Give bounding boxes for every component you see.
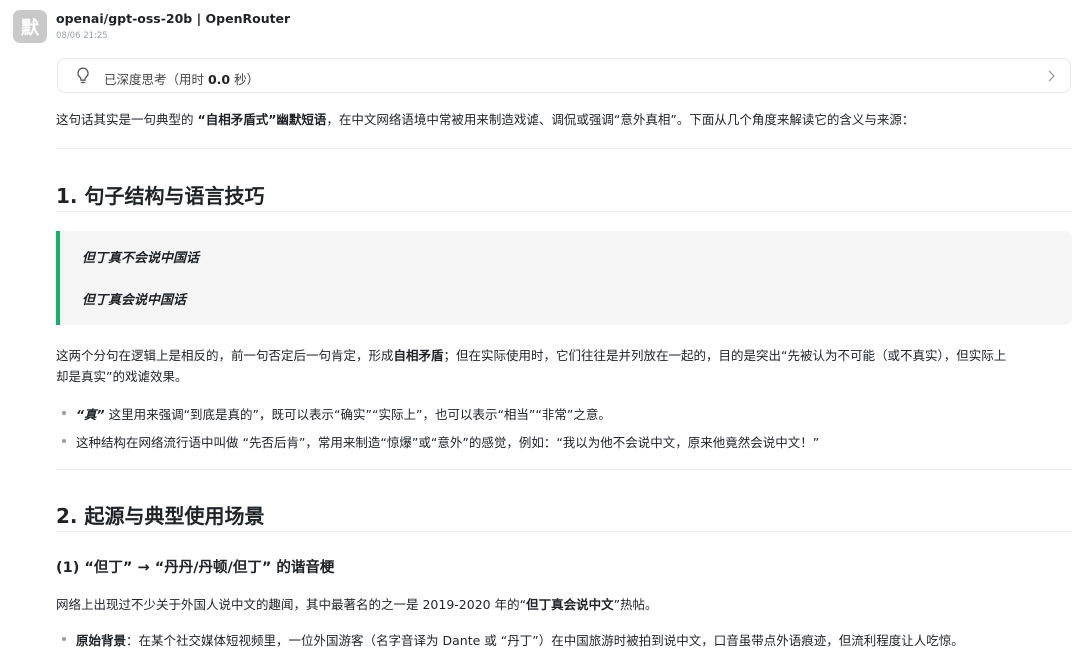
- quote-line: 但丁真不会说中国话: [82, 251, 200, 266]
- section-heading-1: 1. 句子结构与语言技巧: [56, 184, 265, 208]
- origin-paragraph: 网络上出现过不少关于外国人说中文的趣闻，其中最著名的之一是 2019-2020 …: [56, 597, 658, 612]
- section-heading-2: 2. 起源与典型使用场景: [56, 504, 265, 528]
- chevron-right-icon: [1048, 70, 1055, 82]
- list-item: 原始背景：在某个社交媒体短视频里，一位外国游客（名字音译为 Dante 或 “丹…: [62, 630, 964, 649]
- avatar: 默: [13, 10, 47, 43]
- subsection-heading: (1) “但丁” → “丹丹/丹顿/但丁” 的谐音梗: [56, 560, 335, 576]
- blockquote: 但丁真不会说中国话 但丁真会说中国话: [56, 231, 1072, 325]
- intro-paragraph: 这句话其实是一句典型的 “自相矛盾式”幽默短语，在中文网络语境中常被用来制造戏谑…: [56, 112, 915, 127]
- thinking-label: 已深度思考（用时 0.0 秒）: [104, 72, 260, 87]
- message-timestamp: 08/06 21:25: [56, 31, 108, 41]
- model-name: openai/gpt-oss-20b | OpenRouter: [56, 11, 291, 26]
- quote-line: 但丁真会说中国话: [82, 293, 187, 308]
- list-item: 这种结构在网络流行语中叫做 “先否后肯”，常用来制造“惊爆”或“意外”的感觉，例…: [62, 432, 819, 451]
- heading-underline: [56, 531, 1072, 532]
- lightbulb-icon: [77, 67, 89, 84]
- thinking-toggle[interactable]: 已深度思考（用时 0.0 秒）: [57, 58, 1071, 93]
- divider: [56, 148, 1072, 149]
- heading-underline: [56, 211, 1072, 212]
- list-item: “真” 这里用来强调“到底是真的”，既可以表示“确实”“实际上”，也可以表示“相…: [62, 404, 611, 423]
- explanation-paragraph: 这两个分句在逻辑上是相反的，前一句否定后一句肯定，形成自相矛盾；但在实际使用时，…: [56, 348, 1007, 384]
- thinking-seconds: 0.0: [207, 72, 231, 87]
- divider: [56, 469, 1072, 470]
